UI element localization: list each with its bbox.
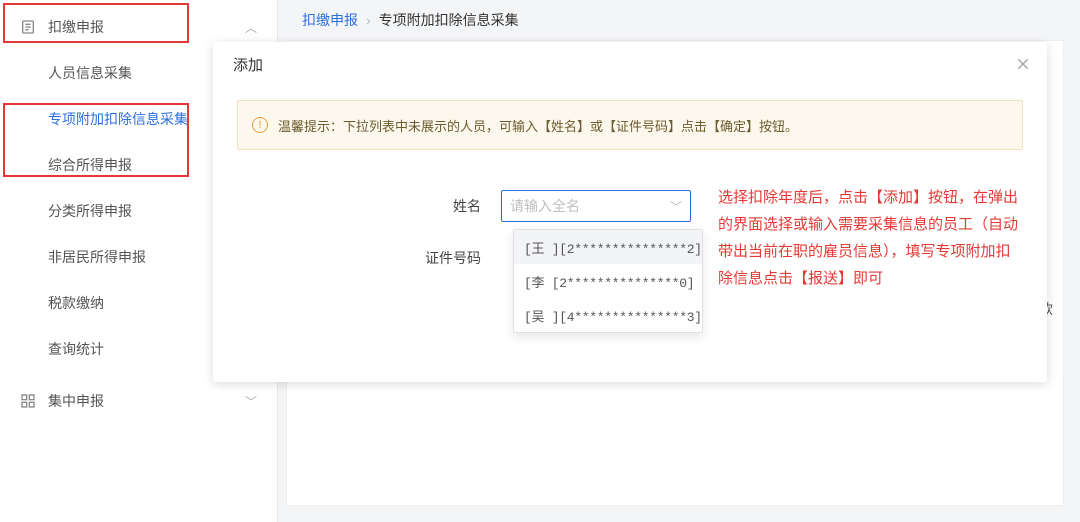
name-label: 姓名 bbox=[237, 196, 501, 216]
id-label: 证件号码 bbox=[237, 248, 501, 268]
dropdown-item[interactable]: [李 [2***************0] bbox=[514, 264, 702, 298]
dropdown-item[interactable]: [吴 ][4***************3] bbox=[514, 298, 702, 332]
alert-text: 温馨提示：下拉列表中未展示的人员，可输入【姓名】或【证件号码】点击【确定】按钮。 bbox=[278, 116, 798, 135]
annotation-text: 选择扣除年度后，点击【添加】按钮，在弹出的界面选择或输入需要采集信息的员工（自动… bbox=[718, 184, 1018, 292]
name-dropdown: [王 ][2***************2] [李 [2***********… bbox=[513, 229, 703, 333]
modal-title: 添加 bbox=[213, 42, 1047, 86]
close-button[interactable] bbox=[1011, 52, 1035, 76]
name-input[interactable]: 请输入全名 ﹀ bbox=[501, 190, 691, 222]
dropdown-item[interactable]: [王 ][2***************2] bbox=[514, 230, 702, 264]
alert-banner: ! 温馨提示：下拉列表中未展示的人员，可输入【姓名】或【证件号码】点击【确定】按… bbox=[237, 100, 1023, 150]
name-placeholder: 请输入全名 bbox=[510, 196, 580, 216]
chevron-down-icon: ﹀ bbox=[670, 198, 682, 215]
warning-icon: ! bbox=[252, 117, 268, 133]
close-icon bbox=[1015, 56, 1031, 72]
